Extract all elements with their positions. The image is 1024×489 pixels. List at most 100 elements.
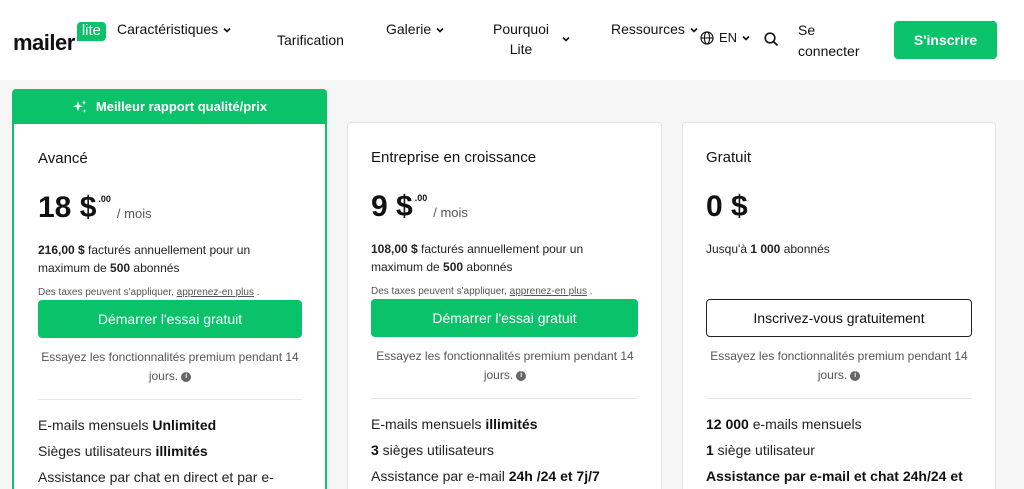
plan-name: Avancé [38, 150, 88, 167]
chevron-down-icon [562, 36, 570, 42]
nav-pricing-label: Tarification [277, 32, 344, 48]
plan-price: 9 $ .00 / mois [371, 191, 468, 223]
plan-name: Entreprise en croissance [371, 149, 537, 166]
trial-note: Essayez les fonctionnalités premium pend… [30, 348, 310, 386]
nav-features[interactable]: Caractéristiques [117, 19, 232, 39]
sparkle-icon [72, 99, 87, 113]
chevron-down-icon [436, 28, 444, 33]
chevron-down-icon [690, 28, 698, 33]
tax-note: Des taxes peuvent s'appliquer, apprenez-… [371, 286, 593, 297]
trial-text2: jours. [483, 368, 514, 382]
divider [371, 398, 638, 399]
price-amount: 18 $ [38, 191, 97, 224]
billing-end: abonnés [130, 261, 180, 275]
price-amount: 9 $ [371, 190, 413, 223]
nav-pricing[interactable]: Tarification [277, 30, 344, 50]
price-cents: .00 [414, 193, 428, 203]
login-line2: connecter [798, 43, 860, 59]
billing-amount: 108,00 $ [371, 242, 418, 256]
feature-text: E-mails mensuels [371, 416, 486, 432]
login-line1: Se [798, 22, 816, 38]
logo-badge: lite [76, 22, 107, 41]
nav-why-line2: Lite [509, 41, 533, 57]
billing-text: Jusqu'à [706, 242, 751, 256]
tax-text: Des taxes peuvent s'appliquer, [38, 287, 177, 298]
globe-icon [700, 30, 714, 45]
tax-end: . [253, 287, 260, 298]
trial-text: Essayez les fonctionnalités premium pend… [710, 349, 968, 363]
nav-resources-label: Ressources [611, 21, 685, 37]
billing-info: 108,00 $ facturés annuellement pour un m… [371, 240, 631, 276]
mailerlite-logo[interactable]: mailer lite [13, 22, 107, 55]
ribbon-label: Meilleur rapport qualité/prix [95, 99, 268, 114]
info-icon[interactable]: i [850, 370, 861, 381]
divider [38, 399, 302, 400]
trial-note: Essayez les fonctionnalités premium pend… [698, 347, 980, 385]
tax-text: Des taxes peuvent s'appliquer, [371, 286, 510, 297]
info-icon[interactable]: i [181, 371, 192, 382]
feature-emails: E-mails mensuels Unlimited [38, 417, 216, 433]
feature-text: e-mails mensuels [748, 416, 862, 432]
top-navigation: mailer lite Caractéristiques Tarificatio… [0, 0, 1024, 80]
language-label: EN [719, 30, 738, 45]
billing-text2: maximum de [371, 260, 444, 274]
feature-text: Assistance par chat en direct et par e- [38, 469, 274, 485]
trial-text2: jours. [148, 369, 179, 383]
billing-end: abonnés [780, 242, 830, 256]
feature-seats: 1 siège utilisateur [706, 442, 815, 458]
billing-subscribers: 500 [443, 260, 464, 274]
feature-seats: 3 sièges utilisateurs [371, 442, 494, 458]
feature-text: E-mails mensuels [38, 417, 153, 433]
plan-name: Gratuit [706, 149, 752, 166]
start-trial-button[interactable]: Démarrer l'essai gratuit [371, 299, 638, 337]
signup-button[interactable]: S'inscrire [894, 21, 997, 59]
trial-text: Essayez les fonctionnalités premium pend… [41, 350, 299, 364]
billing-text: facturés annuellement pour un [84, 243, 251, 257]
price-cents: .00 [98, 194, 111, 204]
feature-bold: 24h /24 et 7j/7 [508, 468, 600, 484]
free-signup-button[interactable]: Inscrivez-vous gratuitement [706, 299, 972, 337]
feature-text: Sièges utilisateurs [38, 443, 156, 459]
chevron-down-icon [742, 35, 750, 41]
search-icon[interactable] [764, 32, 779, 47]
billing-info: Jusqu'à 1 000 abonnés [706, 240, 966, 258]
nav-features-label: Caractéristiques [117, 21, 219, 37]
language-selector[interactable]: EN [700, 30, 756, 45]
tax-learn-more-link[interactable]: apprenez-en plus [510, 286, 587, 297]
feature-bold: 3 [371, 442, 379, 458]
trial-text: Essayez les fonctionnalités premium pend… [376, 349, 634, 363]
feature-support: Assistance par e-mail et chat 24h/24 et [706, 468, 963, 484]
tax-learn-more-link[interactable]: apprenez-en plus [177, 287, 254, 298]
nav-gallery-label: Galerie [386, 21, 432, 37]
feature-text: Assistance par e-mail [371, 468, 509, 484]
start-trial-button[interactable]: Démarrer l'essai gratuit [38, 300, 302, 338]
price-period: / mois [433, 205, 468, 220]
billing-subscribers: 500 [110, 261, 131, 275]
feature-support: Assistance par chat en direct et par e- [38, 469, 274, 485]
logo-text: mailer [13, 30, 75, 55]
plan-price: 18 $ .00 / mois [38, 192, 152, 224]
price-period: / mois [116, 206, 152, 221]
feature-bold: illimités [485, 416, 538, 432]
tax-note: Des taxes peuvent s'appliquer, apprenez-… [38, 287, 260, 298]
feature-emails: 12 000 e-mails mensuels [706, 416, 862, 432]
feature-bold: Assistance par e-mail et chat 24h/24 et [706, 468, 963, 484]
nav-gallery[interactable]: Galerie [386, 19, 445, 39]
feature-emails: E-mails mensuels illimités [371, 416, 538, 432]
nav-resources[interactable]: Ressources [611, 19, 699, 39]
plan-price: 0 $ [706, 191, 748, 223]
nav-why-line1: Pourquoi [493, 21, 550, 37]
trial-note: Essayez les fonctionnalités premium pend… [364, 347, 646, 385]
feature-bold: 1 [706, 442, 714, 458]
billing-text2: maximum de [38, 261, 111, 275]
info-icon[interactable]: i [516, 370, 527, 381]
feature-seats: Sièges utilisateurs illimités [38, 443, 208, 459]
feature-bold: 12 000 [706, 416, 749, 432]
login-link[interactable]: Se connecter [798, 20, 859, 62]
feature-bold: Unlimited [152, 417, 217, 433]
nav-why-lite[interactable]: Pourquoi Lite [493, 19, 571, 59]
billing-info: 216,00 $ facturés annuellement pour un m… [38, 241, 298, 277]
feature-text: sièges utilisateurs [378, 442, 494, 458]
billing-amount: 216,00 $ [38, 243, 85, 257]
trial-text2: jours. [817, 368, 848, 382]
